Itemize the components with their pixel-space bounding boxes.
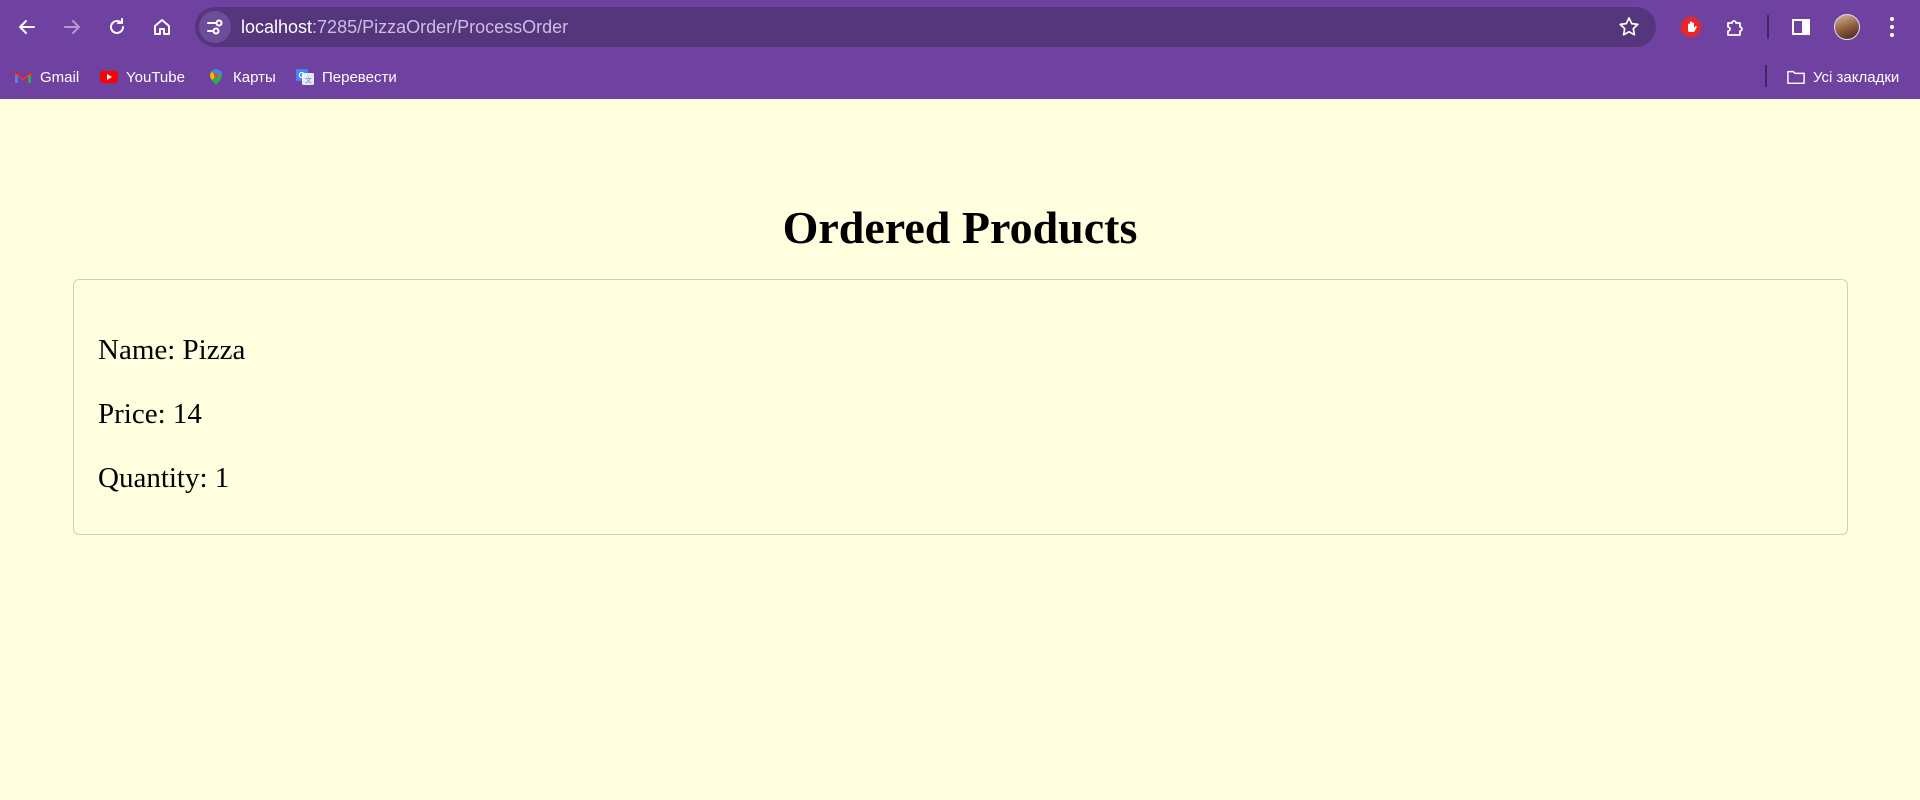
site-info-icon (207, 19, 223, 35)
all-bookmarks-label: Усі закладки (1813, 68, 1900, 86)
all-bookmarks-button[interactable]: Усі закладки (1787, 64, 1899, 90)
reload-button[interactable] (99, 9, 135, 45)
gmail-icon (14, 71, 32, 83)
product-name: Name: Pizza (98, 334, 246, 366)
extensions-icon[interactable] (1721, 13, 1749, 41)
url-text[interactable]: localhost:7285/PizzaOrder/ProcessOrder (241, 7, 568, 47)
bookmark-label: Перевести (322, 68, 397, 86)
back-icon (19, 20, 35, 34)
reload-icon (110, 18, 124, 34)
home-icon (154, 19, 170, 35)
adblock-extension-icon[interactable] (1677, 13, 1705, 41)
home-button[interactable] (144, 9, 180, 45)
page-title: Ordered Products (782, 202, 1138, 253)
svg-text:G: G (299, 71, 305, 80)
bookmark-label: YouTube (126, 68, 185, 86)
browser-toolbar: localhost:7285/PizzaOrder/ProcessOrder (0, 0, 1920, 54)
svg-text:文: 文 (305, 76, 312, 85)
toolbar-separator (1767, 15, 1769, 39)
product-card: Name: Pizza Price: 14 Quantity: 1 (73, 279, 1848, 535)
folder-icon (1787, 70, 1805, 85)
url-path: :7285/PizzaOrder/ProcessOrder (312, 17, 569, 37)
product-price: Price: 14 (98, 398, 202, 430)
forward-button[interactable] (54, 9, 90, 45)
back-button[interactable] (9, 9, 45, 45)
address-bar[interactable]: localhost:7285/PizzaOrder/ProcessOrder (195, 7, 1656, 47)
browser-chrome: localhost:7285/PizzaOrder/ProcessOrder G… (0, 0, 1920, 99)
side-panel-icon[interactable] (1787, 13, 1815, 41)
bookmarks-bar: Gmail YouTube Карты G文 Перевести Усі зак… (0, 54, 1920, 99)
bookmark-label: Gmail (40, 68, 80, 86)
translate-icon: G文 (296, 69, 314, 85)
url-host: localhost (241, 17, 313, 37)
forward-icon (64, 20, 80, 34)
site-info-button[interactable] (199, 11, 231, 43)
bookmarks-separator (1765, 65, 1767, 87)
youtube-icon (100, 71, 118, 83)
star-icon[interactable] (1618, 16, 1640, 38)
bookmark-translate[interactable]: G文 Перевести (296, 64, 397, 90)
menu-icon[interactable] (1880, 15, 1904, 39)
product-quantity: Quantity: 1 (98, 462, 230, 494)
maps-icon (210, 69, 222, 85)
bookmark-youtube[interactable]: YouTube (100, 64, 185, 90)
bookmark-label: Карты (233, 68, 276, 86)
bookmark-gmail[interactable]: Gmail (14, 64, 79, 90)
profile-avatar[interactable] (1834, 14, 1860, 40)
bookmark-maps[interactable]: Карты (207, 64, 276, 90)
